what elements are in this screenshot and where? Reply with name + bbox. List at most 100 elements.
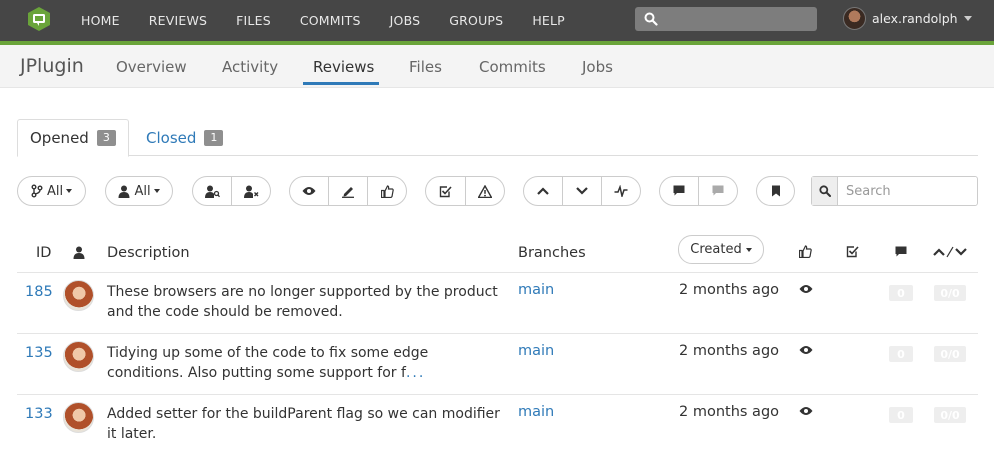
reviewer-filter-group	[192, 176, 271, 206]
col-id-header[interactable]: ID	[36, 245, 51, 261]
review-id-link[interactable]: 135	[25, 345, 53, 361]
user-name: alex.randolph	[872, 11, 958, 26]
review-state-tabs: Opened 3 Closed 1	[17, 119, 978, 157]
author-filter-button[interactable]: All	[106, 177, 172, 205]
active-tab-indicator	[303, 82, 379, 85]
table-row[interactable]: 185 These browsers are no longer support…	[17, 272, 978, 333]
project-filter-button[interactable]: All	[18, 177, 85, 205]
review-search-box	[811, 176, 978, 206]
nav-groups[interactable]: GROUPS	[449, 13, 503, 28]
closed-count-badge: 1	[204, 129, 224, 146]
sort-created-button[interactable]: Created	[678, 235, 764, 264]
global-search-input[interactable]	[635, 7, 817, 31]
eye-icon	[799, 346, 813, 354]
up-votes-filter-button[interactable]	[524, 177, 563, 205]
chevron-down-icon	[153, 189, 160, 193]
tab-opened[interactable]: Opened 3	[17, 119, 129, 157]
vote-count-badge: 0/0	[934, 407, 966, 423]
vote-count-badge: 0/0	[934, 346, 966, 362]
description-text: Added setter for the buildParent flag so…	[107, 406, 500, 442]
needs-revision-filter-button[interactable]	[329, 177, 368, 205]
no-comments-filter-button[interactable]	[699, 177, 737, 205]
tab-files[interactable]: Files	[409, 58, 442, 76]
review-description[interactable]: Tidying up some of the code to fix some …	[107, 343, 507, 383]
top-navbar: HOME REVIEWS FILES COMMITS JOBS GROUPS H…	[0, 0, 994, 45]
branch-link[interactable]: main	[518, 282, 554, 298]
mixed-votes-filter-button[interactable]	[602, 177, 640, 205]
search-icon	[818, 185, 831, 197]
project-navbar: JPlugin Overview Activity Reviews Files …	[0, 45, 994, 88]
nav-home[interactable]: HOME	[81, 13, 120, 28]
chevron-up-icon	[537, 187, 549, 195]
bookmark-filter-group	[756, 176, 795, 206]
bookmark-icon	[771, 185, 780, 197]
down-votes-filter-button[interactable]	[563, 177, 602, 205]
eye-icon	[302, 187, 316, 195]
review-description[interactable]: These browsers are no longer supported b…	[107, 282, 507, 322]
tab-activity[interactable]: Activity	[222, 58, 278, 76]
check-box-icon	[439, 185, 452, 197]
tab-jobs[interactable]: Jobs	[582, 58, 613, 76]
nav-reviews[interactable]: REVIEWS	[149, 13, 207, 28]
nav-jobs[interactable]: JOBS	[390, 13, 421, 28]
author-filter-label: All	[134, 183, 151, 199]
nav-files[interactable]: FILES	[236, 13, 271, 28]
check-box-icon	[846, 246, 859, 258]
user-menu[interactable]: alex.randolph	[843, 7, 972, 30]
has-comments-filter-button[interactable]	[660, 177, 699, 205]
created-time: 2 months ago	[679, 404, 780, 420]
author-filter-group: All	[105, 176, 173, 206]
pulse-icon	[614, 185, 628, 197]
nav-help[interactable]: HELP	[532, 13, 565, 28]
chevron-down-icon	[576, 187, 588, 195]
review-search-input[interactable]	[838, 177, 976, 205]
review-id-link[interactable]: 133	[25, 406, 53, 422]
nav-commits[interactable]: COMMITS	[300, 13, 361, 28]
needs-review-filter-button[interactable]	[290, 177, 329, 205]
tab-overview[interactable]: Overview	[116, 58, 187, 76]
created-time: 2 months ago	[679, 282, 780, 298]
no-reviewer-filter-button[interactable]	[232, 177, 270, 205]
review-description[interactable]: Added setter for the buildParent flag so…	[107, 404, 507, 444]
sort-created-label: Created	[690, 242, 742, 257]
reviewer-filter-button[interactable]	[193, 177, 232, 205]
chevron-down-icon	[745, 247, 752, 252]
comment-count-badge: 0	[889, 407, 913, 423]
tab-commits[interactable]: Commits	[479, 58, 546, 76]
description-text: Tidying up some of the code to fix some …	[107, 345, 429, 381]
comment-count-badge: 0	[889, 346, 913, 362]
tab-closed[interactable]: Closed 1	[134, 119, 235, 156]
swarm-logo-icon[interactable]	[26, 6, 52, 32]
col-branches-header: Branches	[518, 245, 586, 261]
project-filter-label: All	[46, 183, 64, 199]
tests-fail-filter-button[interactable]	[466, 177, 504, 205]
search-addon	[812, 177, 838, 205]
tests-pass-filter-button[interactable]	[426, 177, 466, 205]
table-row[interactable]: 133 Added setter for the buildParent fla…	[17, 394, 978, 455]
description-text: These browsers are no longer supported b…	[107, 284, 498, 320]
tab-closed-label: Closed	[146, 128, 197, 147]
avatar	[63, 341, 94, 372]
test-filter-group	[425, 176, 505, 206]
tab-opened-label: Opened	[30, 129, 89, 147]
chevron-down-icon	[963, 16, 972, 21]
col-description-header: Description	[107, 245, 190, 261]
project-title[interactable]: JPlugin	[20, 55, 84, 77]
review-id-link[interactable]: 185	[25, 284, 53, 300]
tab-reviews[interactable]: Reviews	[313, 58, 374, 76]
user-search-icon	[204, 185, 220, 198]
avatar	[843, 7, 866, 30]
expand-description-link[interactable]: ...	[406, 365, 425, 381]
created-time: 2 months ago	[679, 343, 780, 359]
project-filter-group: All	[17, 176, 86, 206]
eye-icon	[799, 285, 813, 293]
bookmark-filter-button[interactable]	[757, 177, 794, 205]
comment-count-badge: 0	[889, 285, 913, 301]
table-row[interactable]: 135 Tidying up some of the code to fix s…	[17, 333, 978, 394]
branch-link[interactable]: main	[518, 343, 554, 359]
branch-link[interactable]: main	[518, 404, 554, 420]
opened-count-badge: 3	[96, 130, 116, 146]
approved-filter-button[interactable]	[368, 177, 406, 205]
thumbs-up-icon	[380, 184, 394, 198]
avatar	[63, 280, 94, 311]
